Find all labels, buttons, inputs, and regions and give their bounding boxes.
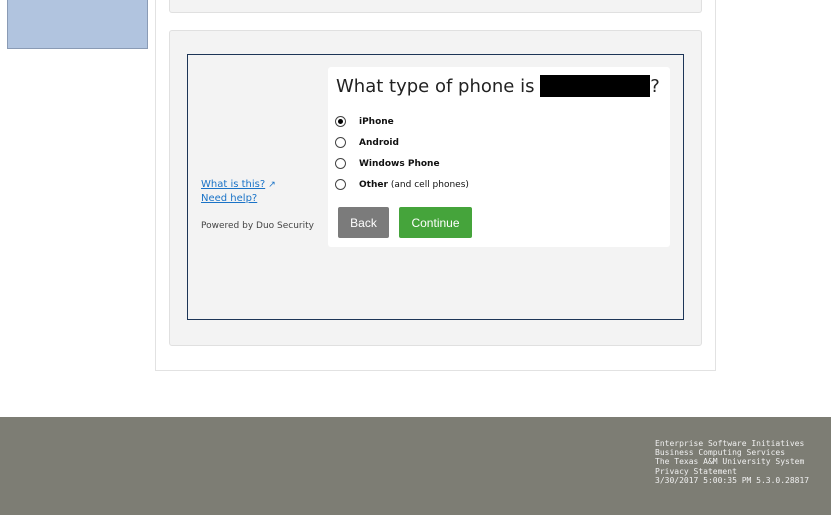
option-windows-phone[interactable]: Windows Phone bbox=[335, 153, 469, 174]
back-button[interactable]: Back bbox=[338, 207, 389, 238]
option-iphone[interactable]: iPhone bbox=[335, 111, 469, 132]
radio-windows-phone[interactable] bbox=[335, 158, 346, 169]
question-suffix: ? bbox=[650, 76, 660, 97]
duo-side-links: What is this? ↗ Need help? bbox=[201, 178, 276, 206]
footer-line-esi: Enterprise Software Initiatives bbox=[655, 439, 805, 448]
option-label: Android bbox=[359, 137, 399, 148]
redacted-block bbox=[540, 75, 651, 97]
external-link-icon: ↗ bbox=[268, 180, 276, 190]
option-extra: (and cell phones) bbox=[390, 179, 469, 190]
duo-content: What type of phone is ? iPhone Android W… bbox=[328, 67, 670, 247]
top-panel-strip bbox=[169, 0, 702, 13]
footer-line-tamus: The Texas A&M University System bbox=[655, 457, 805, 467]
radio-other[interactable] bbox=[335, 179, 346, 190]
footer-timestamp: 3/30/2017 5:00:35 PM 5.3.0.28817 bbox=[655, 475, 810, 485]
radio-iphone[interactable] bbox=[335, 116, 346, 127]
option-label: iPhone bbox=[359, 116, 394, 127]
need-help-link[interactable]: Need help? bbox=[201, 192, 276, 206]
privacy-statement-link[interactable]: Privacy Statement bbox=[655, 467, 821, 476]
phone-type-options: iPhone Android Windows Phone Other (and … bbox=[335, 111, 469, 195]
question-heading: What type of phone is ? bbox=[336, 75, 660, 97]
option-other[interactable]: Other (and cell phones) bbox=[335, 174, 469, 195]
powered-by-text: Powered by Duo Security bbox=[201, 221, 314, 231]
page-footer: Enterprise Software Initiatives Business… bbox=[0, 417, 831, 515]
left-header-block bbox=[7, 0, 148, 49]
footer-text: Enterprise Software Initiatives Business… bbox=[655, 439, 821, 485]
option-label: Other bbox=[359, 179, 388, 190]
option-label: Windows Phone bbox=[359, 158, 440, 169]
what-is-this-label: What is this? bbox=[201, 179, 266, 190]
option-android[interactable]: Android bbox=[335, 132, 469, 153]
footer-line-bcs: Business Computing Services bbox=[655, 448, 786, 458]
radio-android[interactable] bbox=[335, 137, 346, 148]
what-is-this-link[interactable]: What is this? ↗ bbox=[201, 178, 276, 192]
continue-button[interactable]: Continue bbox=[399, 207, 472, 238]
question-prefix: What type of phone is bbox=[336, 76, 535, 97]
